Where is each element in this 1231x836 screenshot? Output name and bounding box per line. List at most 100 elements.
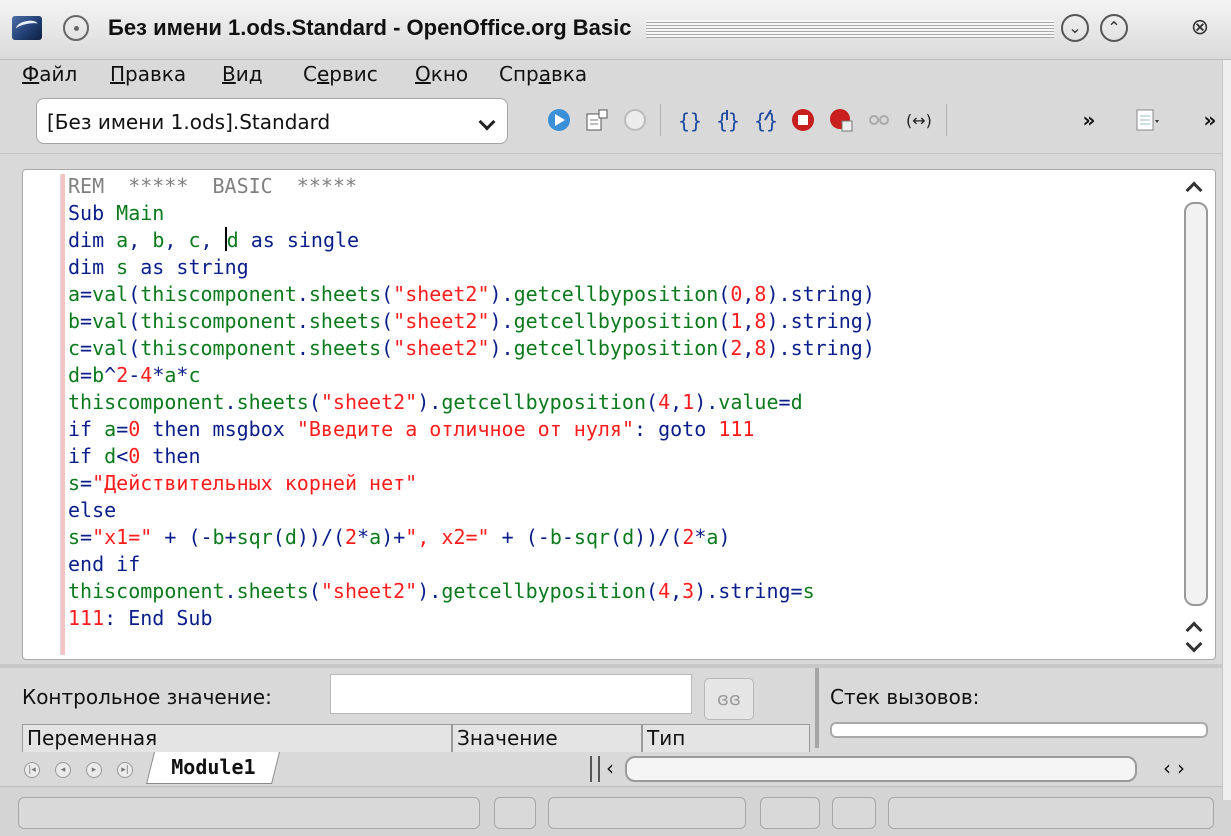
run-basic-button[interactable] xyxy=(542,100,576,140)
code-line[interactable]: 111: End Sub xyxy=(68,605,1178,632)
chevron-down-icon: ⌄ xyxy=(1068,18,1082,37)
menu-bar: Файл Правка Вид Сервис Окно Справка xyxy=(0,60,1231,90)
stop-button[interactable] xyxy=(618,100,652,140)
find-parentheses-icon: (↔) xyxy=(906,111,931,130)
breakpoint-icon xyxy=(792,109,814,131)
step-over-button[interactable]: {} xyxy=(672,100,706,140)
watch-input[interactable] xyxy=(330,674,692,714)
tab-next-button[interactable]: ▸ xyxy=(86,762,102,778)
enable-watch-button[interactable] xyxy=(862,100,896,140)
toolbar-separator xyxy=(946,104,947,136)
title-bar: Без имени 1.ods.Standard - OpenOffice.or… xyxy=(0,0,1231,60)
column-header-type[interactable]: Тип xyxy=(642,724,810,752)
callstack-label: Стек вызовов: xyxy=(830,685,980,709)
manage-breakpoints-button[interactable] xyxy=(824,100,858,140)
breakpoint-gutter[interactable] xyxy=(27,174,61,655)
library-select[interactable]: [Без имени 1.ods].Standard xyxy=(36,98,508,144)
module-list-button[interactable] xyxy=(1130,100,1164,140)
step-out-icon: {} xyxy=(754,109,778,133)
module-list-icon xyxy=(1136,109,1159,131)
step-into-button[interactable]: {} xyxy=(710,100,744,140)
maximize-button[interactable]: ⌃ xyxy=(1100,14,1128,42)
svg-text:{}: {} xyxy=(716,109,740,133)
macro-toolbar: [Без имени 1.ods].Standard {} {} {} (↔) … xyxy=(0,90,1231,154)
close-button[interactable]: ⊗ xyxy=(1186,14,1214,42)
code-line[interactable]: c=val(thiscomponent.sheets("sheet2").get… xyxy=(68,335,1178,362)
status-insert-mode xyxy=(548,797,746,829)
scroll-up-icon[interactable] xyxy=(1185,181,1203,199)
manage-breakpoints-icon xyxy=(830,109,853,132)
breakpoint-button[interactable] xyxy=(786,100,820,140)
column-header-variable[interactable]: Переменная xyxy=(22,724,452,752)
select-macro-icon xyxy=(586,109,608,131)
status-selection-mode xyxy=(760,797,820,829)
scroll-left-icon[interactable]: ‹ xyxy=(606,756,614,780)
status-info xyxy=(888,797,1214,829)
code-line[interactable]: thiscomponent.sheets("sheet2").getcellby… xyxy=(68,389,1178,416)
code-line[interactable]: REM ***** BASIC ***** xyxy=(68,173,1178,200)
close-icon: ⊗ xyxy=(1190,15,1210,40)
code-line[interactable]: thiscomponent.sheets("sheet2").getcellby… xyxy=(68,578,1178,605)
code-line[interactable]: a=val(thiscomponent.sheets("sheet2").get… xyxy=(68,281,1178,308)
panel-splitter[interactable] xyxy=(0,664,1222,668)
toolbar-overflow-button[interactable]: » xyxy=(1072,100,1106,140)
openoffice-basic-app-icon xyxy=(12,16,42,40)
find-parentheses-button[interactable]: (↔) xyxy=(900,100,934,140)
menu-help[interactable]: Справка xyxy=(499,62,587,86)
window-menu-button[interactable] xyxy=(63,15,89,41)
horizontal-scrollbar[interactable] xyxy=(625,756,1137,782)
status-position xyxy=(18,797,480,829)
code-line[interactable]: d=b^2-4*a*c xyxy=(68,362,1178,389)
watch-label: Контрольное значение: xyxy=(22,685,272,709)
editor-vertical-scrollbar[interactable] xyxy=(1178,174,1212,655)
code-line[interactable]: Sub Main xyxy=(68,200,1178,227)
toolbar-separator xyxy=(660,104,661,136)
code-line[interactable]: else xyxy=(68,497,1178,524)
select-macro-button[interactable] xyxy=(580,100,614,140)
code-line[interactable]: end if xyxy=(68,551,1178,578)
code-line[interactable]: dim a, b, c, d as single xyxy=(68,227,1178,254)
module-tabs-bar: |◂ ◂ ▸ ▸| Module1 ‹ ‹› xyxy=(0,752,1231,786)
line-number-gutter xyxy=(61,174,65,655)
svg-text:{}: {} xyxy=(678,109,702,133)
title-bar-drag-area[interactable] xyxy=(646,20,1054,38)
run-basic-icon xyxy=(548,109,570,131)
code-line[interactable]: if d<0 then xyxy=(68,443,1178,470)
code-line[interactable]: if a=0 then msgbox "Введите а отличное о… xyxy=(68,416,1178,443)
menu-window[interactable]: Окно xyxy=(415,62,468,86)
code-line[interactable]: b=val(thiscomponent.sheets("sheet2").get… xyxy=(68,308,1178,335)
toolbar-overflow-icon: » xyxy=(1082,108,1096,132)
library-select-value: [Без имени 1.ods].Standard xyxy=(47,110,331,134)
tab-last-button[interactable]: ▸| xyxy=(117,762,133,778)
watch-callstack-splitter[interactable] xyxy=(815,668,819,748)
menu-tools[interactable]: Сервис xyxy=(303,62,378,86)
code-line[interactable]: s="Действительных корней нет" xyxy=(68,470,1178,497)
menu-file[interactable]: Файл xyxy=(22,62,77,86)
tab-first-button[interactable]: |◂ xyxy=(24,762,40,778)
stop-icon xyxy=(624,109,646,131)
minimize-button[interactable]: ⌄ xyxy=(1061,14,1089,42)
code-text-area[interactable]: REM ***** BASIC ***** Sub Main dim a, b, c… xyxy=(68,173,1178,655)
tab-prev-button[interactable]: ◂ xyxy=(55,762,71,778)
scroll-down-icon[interactable] xyxy=(1185,635,1203,653)
scrollbar-thumb[interactable] xyxy=(1184,202,1208,606)
step-out-button[interactable]: {} xyxy=(748,100,782,140)
callstack-list[interactable] xyxy=(830,722,1208,738)
chevron-down-icon xyxy=(478,113,496,131)
toolbar-overflow-button-2[interactable]: » xyxy=(1196,100,1224,140)
status-modified xyxy=(494,797,536,829)
watch-icon xyxy=(869,115,889,125)
menu-view[interactable]: Вид xyxy=(222,62,263,86)
horizontal-scroll-arrows[interactable]: ‹› xyxy=(1163,756,1191,780)
svg-text:{}: {} xyxy=(754,109,778,133)
menu-edit[interactable]: Правка xyxy=(110,62,186,86)
basic-code-editor[interactable]: REM ***** BASIC ***** Sub Main dim a, b, c… xyxy=(22,169,1216,660)
remove-watch-button[interactable]: ɞɞ xyxy=(704,678,754,720)
svg-text:(↔): (↔) xyxy=(906,111,931,130)
tab-scroll-splitter[interactable] xyxy=(590,756,600,782)
column-header-value[interactable]: Значение xyxy=(452,724,642,752)
tab-module1[interactable]: Module1 xyxy=(146,752,281,784)
code-line[interactable]: s="x1=" + (-b+sqr(d))/(2*a)+", x2=" + (-… xyxy=(68,524,1178,551)
code-line[interactable]: dim s as string xyxy=(68,254,1178,281)
window-title: Без имени 1.ods.Standard - OpenOffice.or… xyxy=(108,15,632,40)
